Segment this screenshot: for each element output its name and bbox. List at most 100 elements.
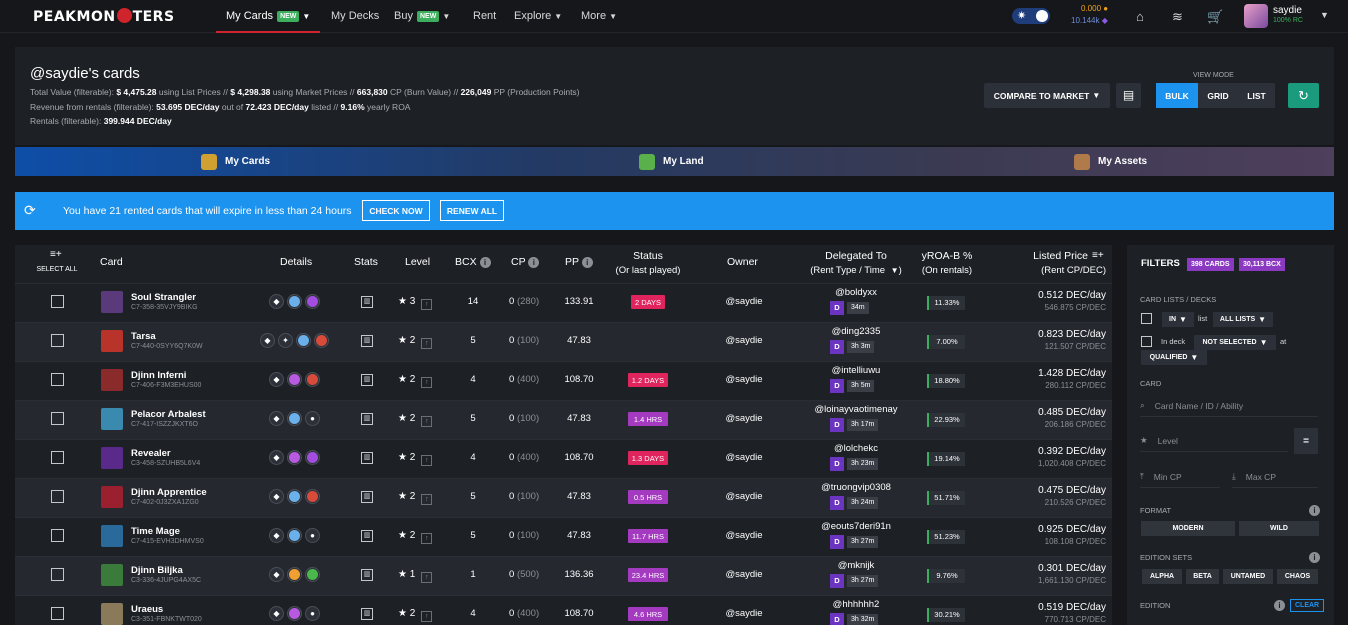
refresh-icon[interactable]: ↻ xyxy=(1288,83,1319,108)
owner-link[interactable]: @saydie xyxy=(718,491,770,502)
card-thumbnail[interactable] xyxy=(101,408,123,430)
owner-link[interactable]: @saydie xyxy=(718,530,770,541)
upgrade-icon[interactable]: ↑ xyxy=(421,377,433,388)
not-selected-select[interactable]: NOT SELECTED ▼ xyxy=(1194,335,1276,350)
listed-price[interactable]: 0.512 DEC/day xyxy=(1000,290,1106,301)
tab-my-land[interactable]: My Land xyxy=(639,147,704,176)
header-status[interactable]: Status xyxy=(612,250,684,262)
card-name[interactable]: Uraeus xyxy=(131,604,163,615)
cart-icon[interactable]: 🛒 xyxy=(1207,9,1223,25)
card-thumbnail[interactable] xyxy=(101,486,123,508)
listed-price[interactable]: 0.475 DEC/day xyxy=(1000,485,1106,496)
upgrade-icon[interactable]: ↑ xyxy=(421,494,433,505)
edition-set-untamed[interactable]: UNTAMED xyxy=(1223,569,1273,584)
stats-icon[interactable]: ▥ xyxy=(361,569,373,581)
delegated-to-link[interactable]: @mknijk xyxy=(806,560,906,571)
info-icon[interactable]: i xyxy=(528,257,540,268)
select-all-label[interactable]: SELECT ALL xyxy=(36,266,78,273)
listed-price[interactable]: 0.485 DEC/day xyxy=(1000,407,1106,418)
row-checkbox[interactable] xyxy=(51,373,64,386)
tab-my-assets[interactable]: My Assets xyxy=(1074,147,1147,176)
in-list-checkbox[interactable] xyxy=(1141,313,1152,324)
row-checkbox[interactable] xyxy=(51,490,64,503)
card-name[interactable]: Djinn Biljka xyxy=(131,565,183,576)
all-lists-select[interactable]: ALL LISTS ▼ xyxy=(1213,312,1273,327)
listed-price[interactable]: 0.925 DEC/day xyxy=(1000,524,1106,535)
select-all-icon[interactable]: ≡+ xyxy=(50,249,62,260)
upgrade-icon[interactable]: ↑ xyxy=(421,533,433,544)
row-checkbox[interactable] xyxy=(51,529,64,542)
logo[interactable]: PEAKMON TERS xyxy=(33,8,175,25)
upgrade-icon[interactable]: ↑ xyxy=(421,416,433,427)
card-thumbnail[interactable] xyxy=(101,291,123,313)
upgrade-icon[interactable]: ↑ xyxy=(421,299,433,310)
card-thumbnail[interactable] xyxy=(101,447,123,469)
delegated-to-link[interactable]: @truongvip0308 xyxy=(806,482,906,493)
stats-icon[interactable]: ▥ xyxy=(361,452,373,464)
header-owner[interactable]: Owner xyxy=(727,256,758,268)
info-icon[interactable]: i xyxy=(479,257,491,268)
theme-toggle[interactable]: ✷ xyxy=(1012,8,1050,24)
card-thumbnail[interactable] xyxy=(101,330,123,352)
header-price[interactable]: Listed Price xyxy=(1028,250,1088,262)
row-checkbox[interactable] xyxy=(51,295,64,308)
chevron-down-icon[interactable]: ▼ xyxy=(1320,10,1329,20)
format-wild-button[interactable]: WILD xyxy=(1239,521,1319,536)
card-name[interactable]: Tarsa xyxy=(131,331,156,342)
card-name[interactable]: Djinn Inferni xyxy=(131,370,186,381)
info-icon[interactable]: i xyxy=(1309,552,1320,563)
upgrade-icon[interactable]: ↑ xyxy=(421,455,433,466)
upgrade-icon[interactable]: ↑ xyxy=(421,338,433,349)
column-menu-icon[interactable]: ≡+ xyxy=(1092,250,1104,261)
stats-icon[interactable]: ▥ xyxy=(361,296,373,308)
inbox-icon[interactable]: ⌂ xyxy=(1136,9,1144,24)
delegated-to-link[interactable]: @boldyxx xyxy=(806,287,906,298)
header-pp[interactable]: PP i xyxy=(565,256,593,268)
clear-edition-button[interactable]: CLEAR xyxy=(1290,599,1325,612)
view-grid-button[interactable]: GRID xyxy=(1198,83,1238,108)
info-icon[interactable]: i xyxy=(1274,600,1285,611)
layers-icon[interactable]: ≋ xyxy=(1172,9,1183,25)
listed-price[interactable]: 0.392 DEC/day xyxy=(1000,446,1106,457)
level-operator-button[interactable]: = xyxy=(1294,428,1318,454)
view-list-button[interactable]: LIST xyxy=(1238,83,1275,108)
info-icon[interactable]: i xyxy=(1309,505,1320,516)
header-delegated[interactable]: Delegated To xyxy=(806,250,906,262)
stats-icon[interactable]: ▥ xyxy=(361,413,373,425)
nav-buy[interactable]: Buy NEW ▼ xyxy=(394,10,450,22)
listed-price[interactable]: 0.301 DEC/day xyxy=(1000,563,1106,574)
card-thumbnail[interactable] xyxy=(101,603,123,625)
nav-my-cards[interactable]: My Cards NEW ▼ xyxy=(226,10,310,22)
row-checkbox[interactable] xyxy=(51,451,64,464)
username[interactable]: saydie xyxy=(1273,5,1302,16)
card-search-input[interactable]: ⌕ Card Name / ID / Ability xyxy=(1140,395,1318,417)
row-checkbox[interactable] xyxy=(51,334,64,347)
header-card[interactable]: Card xyxy=(100,256,123,268)
stats-icon[interactable]: ▥ xyxy=(361,491,373,503)
compare-to-market-button[interactable]: COMPARE TO MARKET ▼ xyxy=(984,83,1110,108)
card-thumbnail[interactable] xyxy=(101,525,123,547)
upgrade-icon[interactable]: ↑ xyxy=(421,611,433,622)
stats-icon[interactable]: ▥ xyxy=(361,608,373,620)
owner-link[interactable]: @saydie xyxy=(718,296,770,307)
row-checkbox[interactable] xyxy=(51,607,64,620)
card-thumbnail[interactable] xyxy=(101,564,123,586)
card-thumbnail[interactable] xyxy=(101,369,123,391)
card-name[interactable]: Time Mage xyxy=(131,526,180,537)
format-modern-button[interactable]: MODERN xyxy=(1141,521,1235,536)
stats-icon[interactable]: ▥ xyxy=(361,530,373,542)
edition-set-chaos[interactable]: CHAOS xyxy=(1277,569,1318,584)
owner-link[interactable]: @saydie xyxy=(718,452,770,463)
nav-more[interactable]: More ▼ xyxy=(581,10,617,22)
owner-link[interactable]: @saydie xyxy=(718,569,770,580)
nav-explore[interactable]: Explore ▼ xyxy=(514,10,562,22)
delegated-to-link[interactable]: @lolchekc xyxy=(806,443,906,454)
nav-my-decks[interactable]: My Decks xyxy=(331,10,379,22)
header-roa[interactable]: yROA-B % xyxy=(920,250,974,262)
upgrade-icon[interactable]: ↑ xyxy=(421,572,433,583)
max-cp-input[interactable]: ⤓ Max CP xyxy=(1232,466,1318,488)
header-bcx[interactable]: BCX i xyxy=(455,256,491,268)
tab-my-cards[interactable]: My Cards xyxy=(201,147,270,176)
owner-link[interactable]: @saydie xyxy=(718,335,770,346)
row-checkbox[interactable] xyxy=(51,568,64,581)
